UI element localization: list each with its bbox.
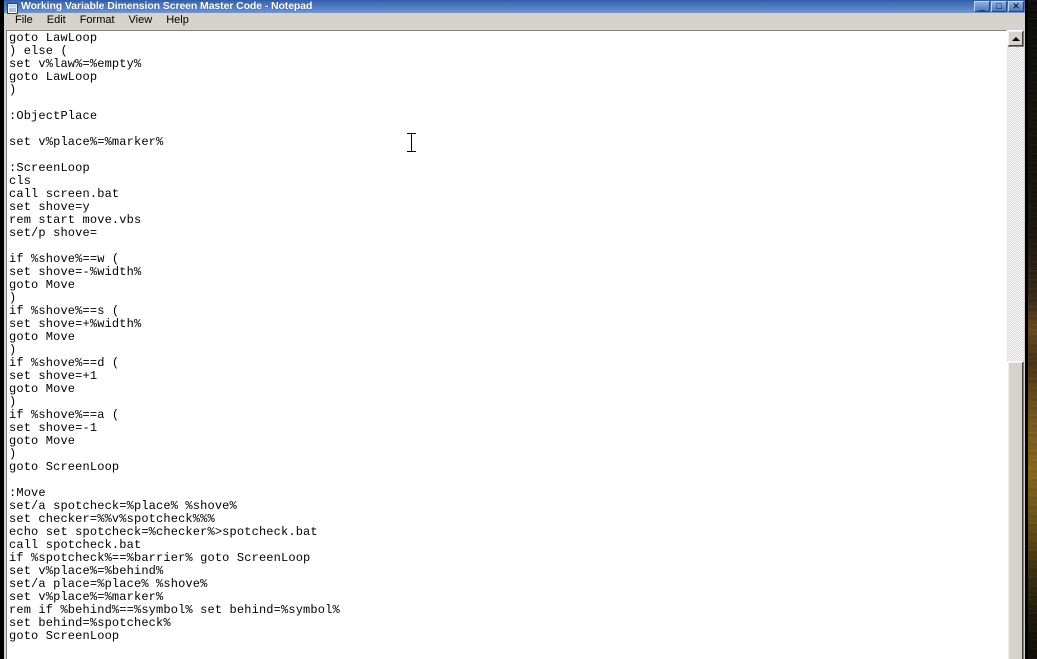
vertical-scrollbar[interactable] xyxy=(1007,30,1024,659)
maximize-button[interactable]: □ xyxy=(991,1,1007,12)
close-icon: ✕ xyxy=(1012,1,1020,11)
menu-item-help[interactable]: Help xyxy=(159,13,196,29)
notepad-document-icon xyxy=(7,1,18,14)
text-editor-content[interactable]: goto LawLoop ) else ( set v%law%=%empty%… xyxy=(9,32,1006,643)
text-editor-frame[interactable]: goto LawLoop ) else ( set v%law%=%empty%… xyxy=(6,30,1007,659)
title-bar[interactable]: Working Variable Dimension Screen Master… xyxy=(4,0,1025,14)
scroll-up-button[interactable] xyxy=(1007,30,1024,47)
menu-item-view[interactable]: View xyxy=(122,13,160,29)
close-button[interactable]: ✕ xyxy=(1008,1,1024,12)
desktop-wallpaper xyxy=(1028,0,1037,659)
minimize-icon: _ xyxy=(979,1,985,11)
menu-item-edit[interactable]: Edit xyxy=(40,13,73,29)
minimize-button[interactable]: _ xyxy=(974,1,990,12)
notepad-window: Working Variable Dimension Screen Master… xyxy=(4,0,1025,659)
scrollbar-thumb[interactable] xyxy=(1007,361,1024,659)
client-area: goto LawLoop ) else ( set v%law%=%empty%… xyxy=(4,30,1025,659)
menu-item-file[interactable]: File xyxy=(8,13,40,29)
menu-bar: File Edit Format View Help xyxy=(4,13,1025,30)
scroll-up-arrow-icon xyxy=(1011,36,1020,41)
window-title: Working Variable Dimension Screen Master… xyxy=(21,0,313,12)
maximize-icon: □ xyxy=(996,1,1002,11)
menu-item-format[interactable]: Format xyxy=(73,13,122,29)
desktop-background: Working Variable Dimension Screen Master… xyxy=(0,0,1037,659)
